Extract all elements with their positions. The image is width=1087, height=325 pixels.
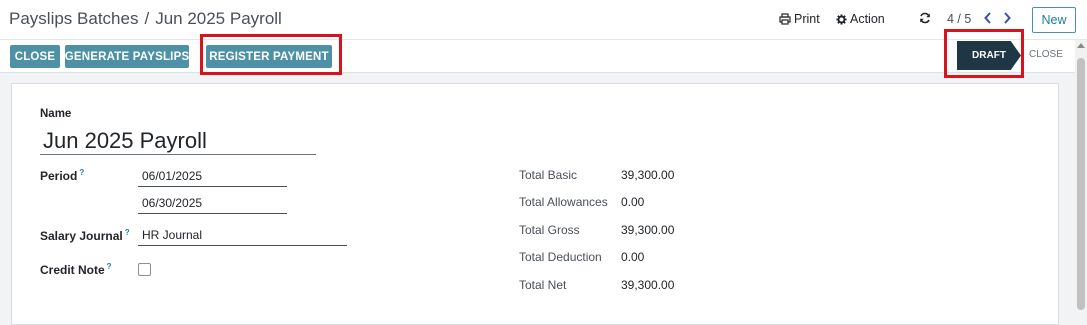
- period-label-text: Period: [40, 169, 78, 183]
- total-basic-value: 39,300.00: [621, 168, 675, 182]
- total-basic-label: Total Basic: [519, 168, 578, 182]
- period-start-field[interactable]: 06/01/2025: [138, 166, 287, 187]
- breadcrumb: Payslips Batches / Jun 2025 Payroll: [9, 9, 282, 29]
- total-gross-value: 39,300.00: [621, 223, 675, 237]
- credit-note-help-icon[interactable]: ?: [107, 262, 112, 271]
- salary-journal-label: Salary Journal?: [40, 228, 130, 243]
- refresh-icon: [919, 12, 931, 24]
- breadcrumb-separator: /: [144, 9, 150, 28]
- salary-journal-help-icon[interactable]: ?: [125, 228, 130, 237]
- credit-note-label-text: Credit Note: [40, 263, 105, 277]
- refresh-button[interactable]: [919, 12, 931, 24]
- new-button[interactable]: New: [1032, 7, 1076, 33]
- breadcrumb-parent[interactable]: Payslips Batches: [9, 9, 138, 28]
- period-end-field[interactable]: 06/30/2025: [138, 193, 287, 214]
- pager-value[interactable]: 4 / 5: [947, 12, 971, 26]
- credit-note-checkbox[interactable]: [138, 263, 151, 276]
- breadcrumb-current: Jun 2025 Payroll: [155, 9, 282, 28]
- control-panel: Payslips Batches / Jun 2025 Payroll Print …: [0, 0, 1087, 73]
- register-payment-button[interactable]: REGISTER PAYMENT: [206, 45, 332, 68]
- salary-journal-field[interactable]: HR Journal: [138, 225, 347, 246]
- total-allowances-label: Total Allowances: [519, 195, 608, 209]
- gear-icon: [836, 13, 847, 25]
- action-label: Action: [850, 12, 885, 26]
- close-button[interactable]: CLOSE: [10, 45, 60, 68]
- total-allowances-value: 0.00: [621, 195, 645, 209]
- header-divider: [0, 39, 1087, 40]
- scrollbar-thumb[interactable]: [1077, 58, 1085, 310]
- scroll-up-arrow-icon[interactable]: [1077, 43, 1085, 48]
- action-button[interactable]: Action: [836, 12, 885, 26]
- status-draft[interactable]: DRAFT: [957, 41, 1021, 70]
- period-help-icon[interactable]: ?: [79, 168, 84, 177]
- salary-journal-label-text: Salary Journal: [40, 229, 123, 243]
- print-button[interactable]: Print: [779, 12, 820, 26]
- total-gross-label: Total Gross: [519, 223, 580, 237]
- credit-note-label: Credit Note?: [40, 262, 112, 277]
- print-icon: [779, 13, 791, 25]
- print-label: Print: [794, 12, 820, 26]
- total-deduction-value: 0.00: [621, 250, 645, 264]
- chevron-left-icon[interactable]: [983, 11, 993, 30]
- name-label: Name: [40, 108, 72, 120]
- generate-payslips-button[interactable]: GENERATE PAYSLIPS: [65, 45, 189, 68]
- total-deduction-label: Total Deduction: [519, 250, 602, 264]
- total-net-value: 39,300.00: [621, 278, 675, 292]
- chevron-right-icon[interactable]: [1002, 11, 1012, 30]
- status-close[interactable]: CLOSE: [1029, 49, 1063, 60]
- period-label: Period?: [40, 168, 84, 183]
- total-net-label: Total Net: [519, 278, 567, 292]
- name-input[interactable]: Jun 2025 Payroll: [40, 127, 316, 155]
